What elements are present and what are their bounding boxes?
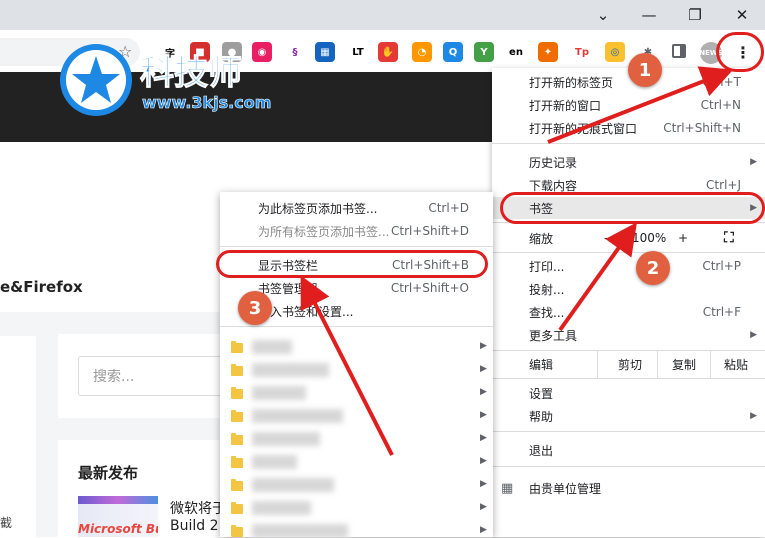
arrow-step2 — [558, 222, 637, 332]
step-badge-3: 3 — [238, 291, 272, 325]
arrow-step3 — [300, 275, 394, 456]
step-badge-2: 2 — [636, 251, 670, 285]
step-badge-1: 1 — [628, 53, 662, 87]
